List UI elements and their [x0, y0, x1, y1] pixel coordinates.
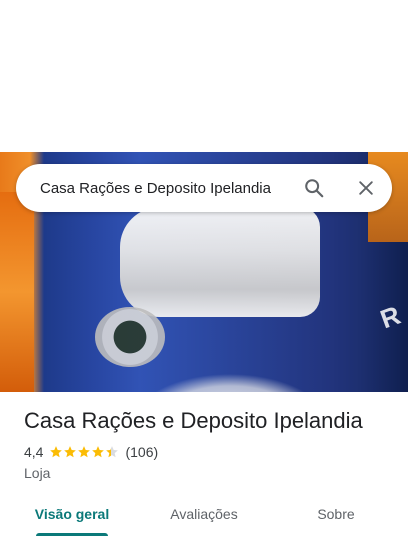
star-icon — [78, 446, 91, 458]
place-category: Loja — [24, 465, 51, 481]
place-title: Casa Rações e Deposito Ipelandia — [24, 408, 363, 433]
photo-package-logo: R — [376, 299, 405, 335]
search-input[interactable]: Casa Rações e Deposito Ipelandia — [40, 180, 294, 197]
place-tabs: Visão geral Avaliações Sobre — [0, 494, 408, 536]
tab-label: Sobre — [317, 506, 355, 522]
star-icon — [92, 446, 105, 458]
rating-value: 4,4 — [24, 444, 44, 460]
close-button[interactable] — [346, 168, 386, 208]
close-icon — [359, 181, 373, 195]
photo-orange-bag — [0, 192, 34, 392]
tab-reviews[interactable]: Avaliações — [156, 494, 252, 534]
rating-row[interactable]: 4,4 (106) — [24, 444, 158, 460]
photo-white-pipe — [120, 207, 320, 317]
rating-stars — [49, 445, 119, 459]
star-icon — [50, 446, 63, 458]
tab-overview[interactable]: Visão geral — [24, 494, 120, 534]
tab-about[interactable]: Sobre — [288, 494, 384, 534]
tab-label: Visão geral — [34, 506, 110, 522]
tab-label: Avaliações — [170, 506, 238, 522]
search-icon — [305, 179, 324, 198]
search-button[interactable] — [294, 168, 334, 208]
search-bar[interactable]: Casa Rações e Deposito Ipelandia — [16, 164, 392, 212]
review-count[interactable]: (106) — [125, 444, 158, 460]
photo-pipe-ring — [95, 307, 165, 367]
active-tab-indicator — [36, 533, 108, 536]
star-icon — [64, 446, 77, 458]
star-icon — [106, 446, 119, 458]
